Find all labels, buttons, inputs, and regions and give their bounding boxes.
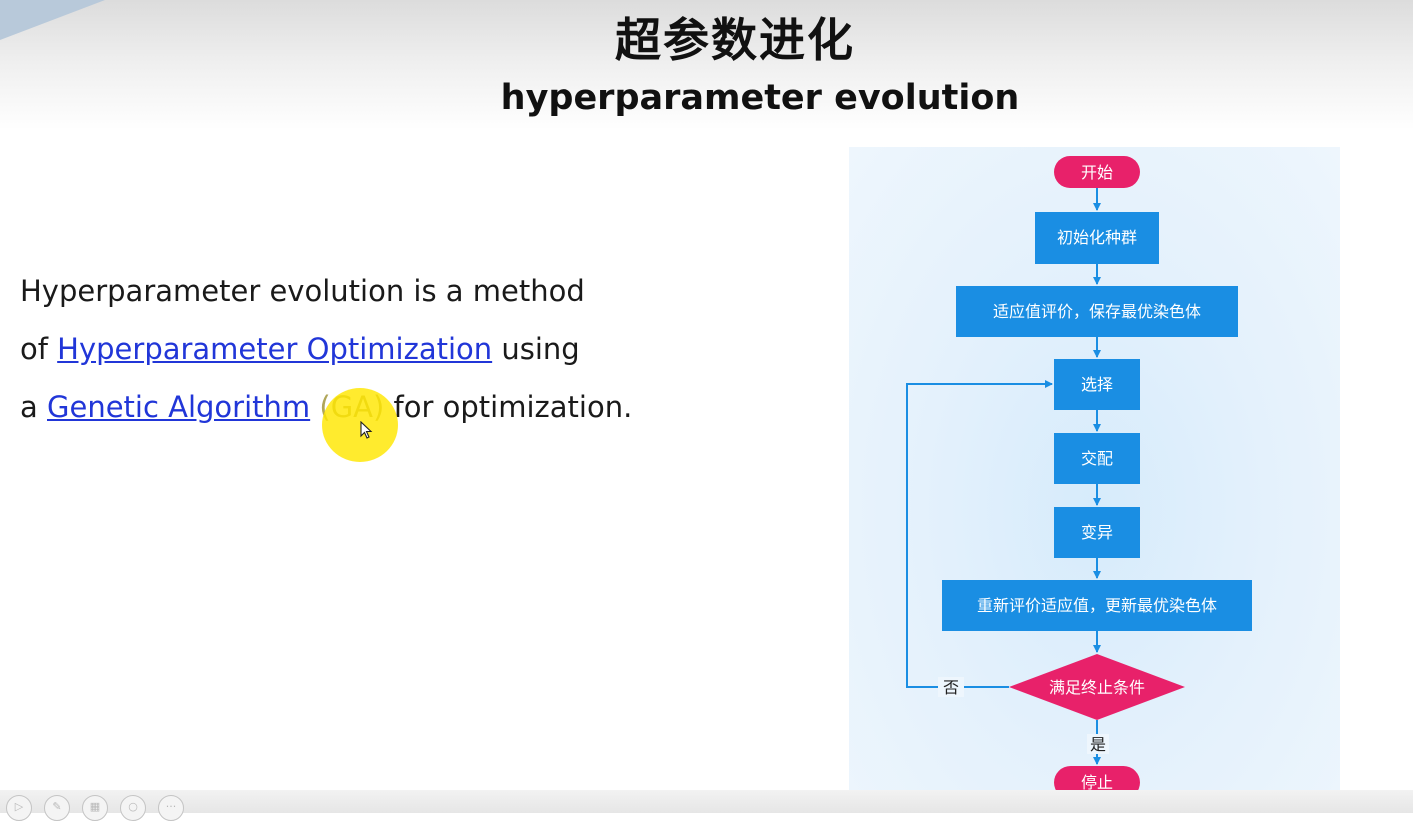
reevaluate-node: 重新评价适应值，更新最优染色体 [942,580,1252,631]
genetic-algorithm-link[interactable]: Genetic Algorithm [47,390,310,424]
yes-branch-label: 是 [1087,734,1109,754]
more-icon[interactable]: ··· [158,795,184,821]
crossover-node: 交配 [1054,433,1140,484]
slides-icon[interactable]: ▦ [82,795,108,821]
reevaluate-label: 重新评价适应值，更新最优染色体 [977,596,1217,615]
para-line-2-suffix: using [492,332,580,366]
fitness-eval-node: 适应值评价，保存最优染色体 [956,286,1238,337]
termination-condition-label: 满足终止条件 [1049,678,1145,697]
mutation-label: 变异 [1081,523,1113,542]
slide-title-cn: 超参数进化 [615,13,855,67]
start-label: 开始 [1081,163,1113,182]
slide-title-en: hyperparameter evolution [500,78,1020,118]
termination-condition-node: 满足终止条件 [1009,654,1185,720]
mouse-pointer-icon [360,421,373,439]
hyperparameter-optimization-link[interactable]: Hyperparameter Optimization [57,332,492,366]
play-icon[interactable]: ▷ [6,795,32,821]
yes-label: 是 [1090,735,1106,754]
selection-node: 选择 [1054,359,1140,410]
para-line-2-prefix: of [20,332,58,366]
mutation-node: 变异 [1054,507,1140,558]
no-label: 否 [943,678,959,697]
crossover-label: 交配 [1081,449,1113,468]
ga-flowchart: 开始 初始化种群 适应值评价，保存最优染色体 选择 交配 变异 重新评价适应值，… [849,147,1340,807]
start-node: 开始 [1054,156,1140,188]
player-toolbar [0,790,1413,813]
init-population-node: 初始化种群 [1035,212,1159,264]
zoom-icon[interactable]: ○ [120,795,146,821]
flowchart-canvas: 开始 初始化种群 适应值评价，保存最优染色体 选择 交配 变异 重新评价适应值，… [906,156,1252,799]
para-line-3-suffix: for optimization. [384,390,633,424]
pen-icon[interactable]: ✎ [44,795,70,821]
selection-label: 选择 [1081,375,1113,394]
para-line-1: Hyperparameter evolution is a method [20,274,585,308]
init-population-label: 初始化种群 [1057,228,1137,247]
no-branch-label: 否 [938,677,964,697]
fitness-eval-label: 适应值评价，保存最优染色体 [993,302,1201,321]
para-line-3-prefix: a [20,390,47,424]
